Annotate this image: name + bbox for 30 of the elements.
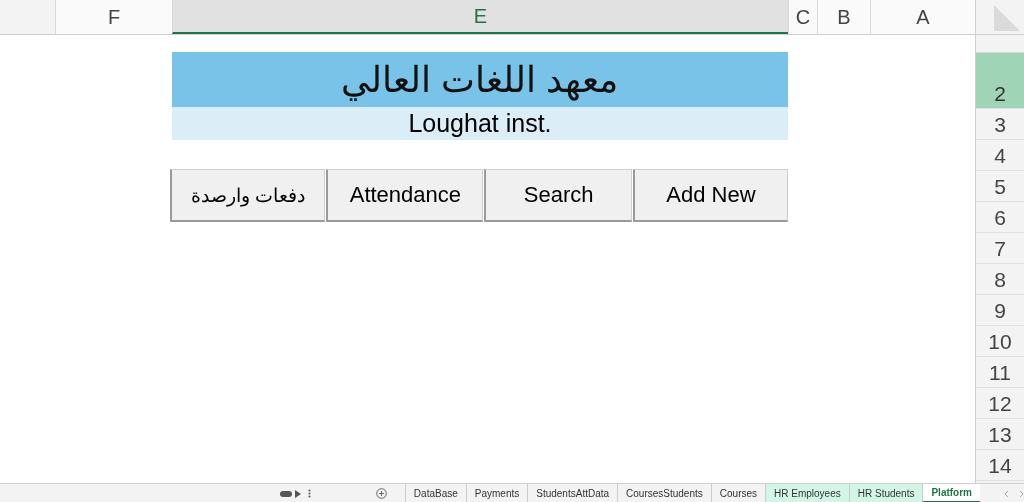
add-sheet-icon[interactable]	[375, 488, 387, 499]
macro-button[interactable]: دفعات وارصدة	[170, 169, 326, 222]
column-header[interactable]: F	[55, 0, 172, 34]
macro-button[interactable]: Search	[484, 169, 632, 222]
sheet-title: معهد اللغات العالي	[172, 52, 788, 107]
sheet-scroll-icon[interactable]	[280, 489, 302, 498]
row-header[interactable]: 5	[976, 171, 1024, 202]
row-header[interactable]: 4	[976, 140, 1024, 171]
sheet-tab[interactable]: HR Students	[848, 484, 923, 502]
row-header[interactable]: 7	[976, 233, 1024, 264]
row-header[interactable]: 8	[976, 264, 1024, 295]
macro-button[interactable]: Add New	[632, 169, 788, 222]
column-header[interactable]: B	[817, 0, 870, 34]
more-icon[interactable]	[308, 489, 311, 498]
macro-button[interactable]: Attendance	[326, 169, 484, 222]
sheet-tab[interactable]: Platform	[922, 484, 980, 502]
row-header[interactable]: 11	[976, 357, 1024, 388]
row-header[interactable]: 14	[976, 450, 1024, 481]
row-header[interactable]: 10	[976, 326, 1024, 357]
row-header[interactable]: 3	[976, 109, 1024, 140]
sheet-tab[interactable]: HR Employees	[765, 484, 849, 502]
row-header[interactable]: 2	[976, 53, 1024, 109]
column-header[interactable]: A	[870, 0, 975, 34]
column-header[interactable]: E	[172, 0, 788, 34]
row-header[interactable]: 6	[976, 202, 1024, 233]
column-header[interactable]: C	[788, 0, 817, 34]
row-header[interactable]: 12	[976, 388, 1024, 419]
row-header[interactable]: 13	[976, 419, 1024, 450]
sheet-subtitle: Loughat inst.	[172, 107, 788, 140]
row-header[interactable]: 9	[976, 295, 1024, 326]
